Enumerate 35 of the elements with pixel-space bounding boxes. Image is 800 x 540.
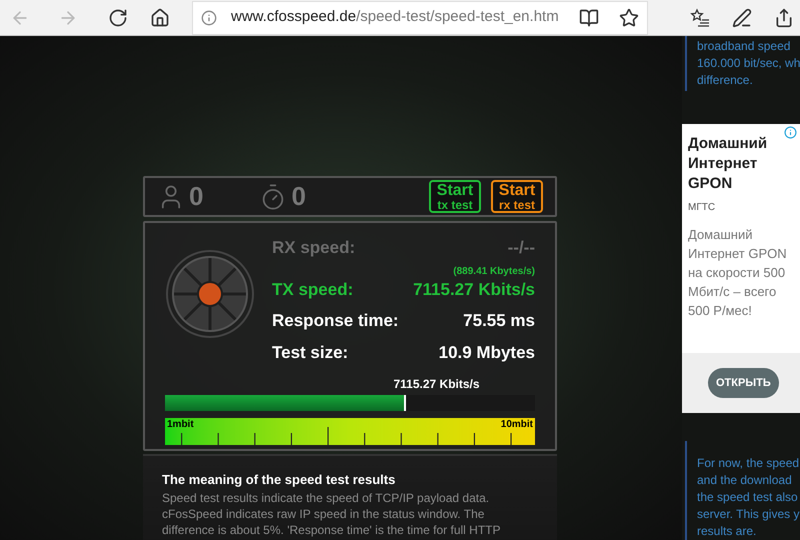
stat-label: TX speed: bbox=[272, 278, 354, 300]
open-button[interactable]: ОТКРЫТЬ bbox=[708, 368, 779, 398]
counter-value: 0 bbox=[291, 180, 306, 213]
stat-note: (889.41 Kbytes/s) bbox=[453, 266, 535, 276]
side-text: broadband speed 160.000 bit/sec, wh difference. bbox=[697, 38, 800, 89]
info-icon[interactable] bbox=[784, 126, 797, 140]
url-text: www.cfosspeed.de/speed-test/speed-test_en.htm bbox=[231, 7, 559, 28]
refresh-icon[interactable] bbox=[108, 8, 128, 28]
star-icon[interactable] bbox=[619, 8, 639, 28]
address-bar[interactable]: www.cfosspeed.de/speed-test/speed-test_en.htm bbox=[192, 0, 648, 34]
info-icon bbox=[201, 10, 217, 26]
start-test-button[interactable]: Start tx test bbox=[429, 180, 481, 213]
pen-icon[interactable] bbox=[732, 8, 752, 28]
home-icon[interactable] bbox=[150, 8, 170, 28]
scale-max-label: 10mbit bbox=[500, 420, 533, 432]
article-text: Speed test results indicate the speed of TCP/IP payload data. cFosSpeed indicates raw IP speed in the status window. The difference is about 5%. 'Response time' is the time for full HTTP bbox=[162, 490, 502, 538]
stat-value: --/-- bbox=[508, 237, 535, 259]
stat-label: RX speed: bbox=[272, 237, 356, 259]
ad-text: Домашний Интернет GPON на скорости 500 Мбит/с – всего 500 Р/мес! bbox=[688, 226, 788, 320]
meter-reading: 7115.27 Kbits/s bbox=[394, 376, 480, 393]
side-text: For now, the speed and the download the speed test also server. This gives y results are. bbox=[697, 455, 800, 540]
stat-value: 7115.27 Kbits/s bbox=[413, 278, 535, 300]
counter-value: 0 bbox=[189, 180, 204, 213]
stat-value: 75.55 ms bbox=[463, 310, 535, 332]
favorites-list-icon[interactable] bbox=[690, 8, 710, 28]
share-icon[interactable] bbox=[774, 8, 794, 28]
article-title: The meaning of the speed test results bbox=[162, 471, 396, 489]
stat-label: Response time: bbox=[272, 310, 399, 332]
reading-view-icon[interactable] bbox=[579, 8, 599, 28]
scale-min-label: 1mbit bbox=[167, 420, 194, 432]
start-test-button[interactable]: Start rx test bbox=[491, 180, 543, 213]
ad-advertiser: МГТС bbox=[688, 201, 716, 216]
stat-label: Test size: bbox=[272, 342, 348, 364]
stat-value: 10.9 Mbytes bbox=[438, 342, 535, 364]
ad-title: Домашний Интернет GPON bbox=[688, 134, 768, 194]
